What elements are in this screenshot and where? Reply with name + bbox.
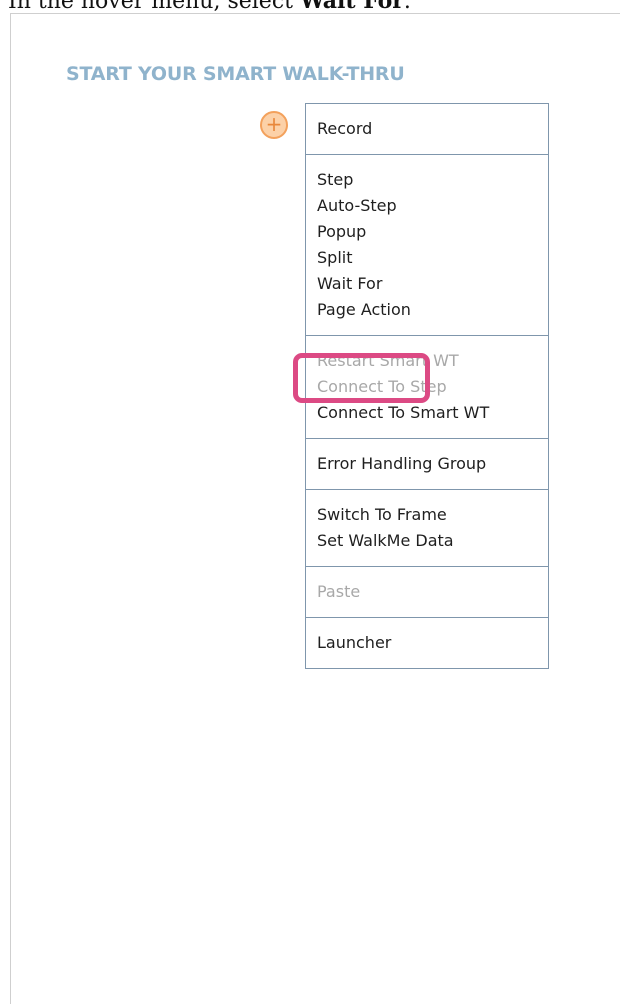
highlight-frame [293,353,430,403]
menu-group: Error Handling Group [306,438,548,489]
menu-item-auto-step[interactable]: Auto-Step [306,193,548,219]
menu-item-record[interactable]: Record [306,104,548,154]
plus-circle-icon[interactable]: + [260,111,288,139]
menu-group: Paste [306,566,548,617]
instruction-suffix: . [403,0,411,14]
menu-item-launcher[interactable]: Launcher [306,618,548,668]
menu-group: Record [306,104,548,154]
menu-group: Switch To Frame Set WalkMe Data [306,489,548,566]
menu-group: Step Auto-Step Popup Split Wait For Page Acti… [306,154,548,335]
menu-item-paste: Paste [317,582,361,601]
menu-item-error-handling-group[interactable]: Error Handling Group [306,439,548,489]
instruction-text: In the hover menu, select Wait For. [8,0,411,14]
menu-item-set-walkme-data[interactable]: Set WalkMe Data [306,528,548,566]
instruction-target: Wait For [299,0,404,14]
section-title: START YOUR SMART WALK-THRU [66,63,405,85]
instruction-prefix: In the hover menu, select [8,0,300,14]
menu-item-step[interactable]: Step [306,155,548,193]
menu-item-switch-to-frame[interactable]: Switch To Frame [306,490,548,528]
menu-item-wait-for[interactable]: Wait For [306,271,548,297]
menu-item-popup[interactable]: Popup [306,219,548,245]
menu-item-page-action[interactable]: Page Action [306,297,548,335]
menu-item-split[interactable]: Split [306,245,548,271]
menu-item-connect-to-smart-wt[interactable]: Connect To Smart WT [306,400,548,438]
menu-group: Launcher [306,617,548,668]
